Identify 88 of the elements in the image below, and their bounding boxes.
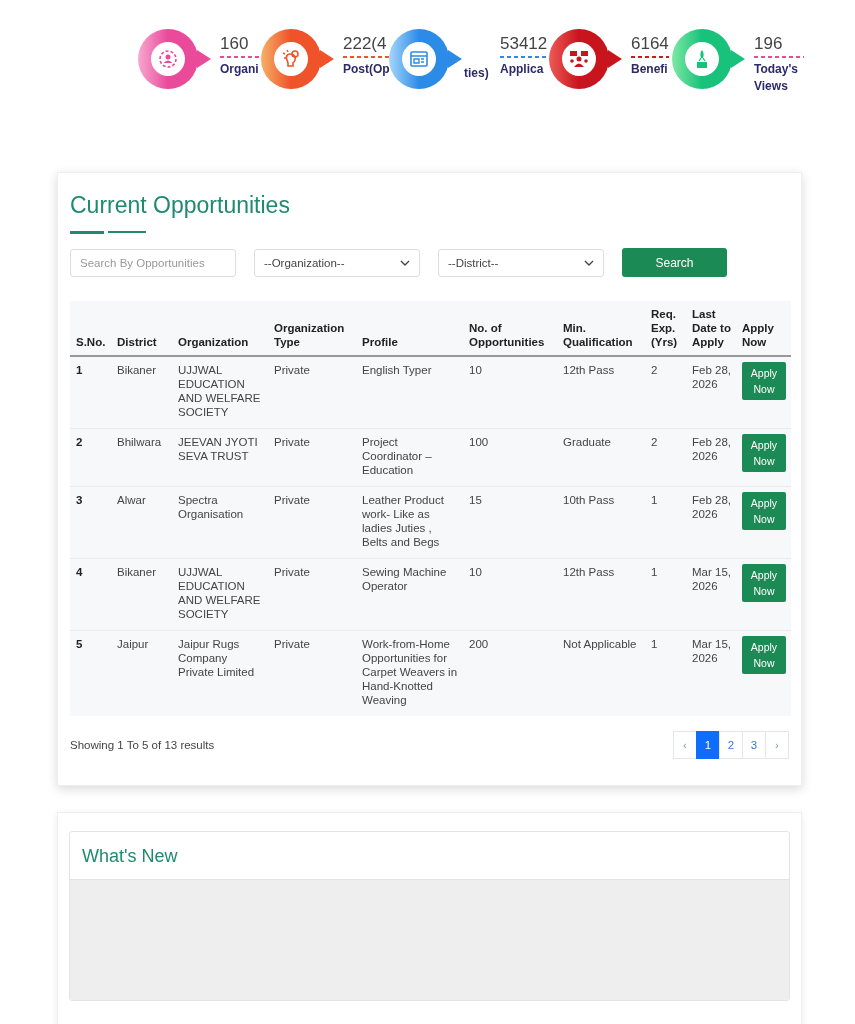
column-header: Req. Exp. (Yrs) <box>645 301 686 356</box>
column-header: Organization <box>172 301 268 356</box>
table-cell: Bikaner <box>111 356 172 429</box>
table-cell: Project Coordinator – Education <box>356 428 463 487</box>
table-cell: Bikaner <box>111 558 172 631</box>
table-cell: Jaipur Rugs Company Private Limited <box>172 630 268 716</box>
column-header: Min. Qualification <box>557 301 645 356</box>
table-cell: 3 <box>70 486 111 559</box>
stat-label: Post(Op <box>343 61 390 78</box>
table-cell: 1 <box>70 356 111 429</box>
stat-badge-icon <box>137 28 213 90</box>
table-cell: 1 <box>645 558 686 631</box>
table-cell: Sewing Machine Operator <box>356 558 463 631</box>
table-cell: 12th Pass <box>557 356 645 429</box>
next-page-button[interactable]: › <box>765 731 789 759</box>
stat-value: 53412 <box>500 34 548 55</box>
column-header: Organization Type <box>268 301 356 356</box>
column-header: No. of Opportunities <box>463 301 557 356</box>
page-button[interactable]: 3 <box>742 731 766 759</box>
table-cell: 10th Pass <box>557 486 645 559</box>
table-cell: 1 <box>645 630 686 716</box>
table-cell: Work-from-Home Opportunities for Carpet Weavers in Hand-Knotted Weaving <box>356 630 463 716</box>
search-field[interactable]: Search By Opportunities <box>70 248 236 277</box>
stat-value: 160 <box>220 34 250 55</box>
table-cell: JEEVAN JYOTI SEVA TRUST <box>172 428 268 487</box>
chevron-down-icon <box>400 259 410 266</box>
table-cell: 100 <box>463 428 557 487</box>
table-cell: Private <box>268 486 356 559</box>
apply-button[interactable]: Apply Now <box>742 434 786 472</box>
table-cell: Not Applicable <box>557 630 645 716</box>
table-cell: Leather Product work- Like as ladies Juties , Belts and Begs <box>356 486 463 559</box>
stat-label: Benefi <box>631 61 669 78</box>
table-cell: Bhilwara <box>111 428 172 487</box>
table-cell: Private <box>268 558 356 631</box>
column-header: S.No. <box>70 301 111 356</box>
table-cell: English Typer <box>356 356 463 429</box>
stat-value: 6164 <box>631 34 669 55</box>
column-header: District <box>111 301 172 356</box>
stat-badge-icon <box>671 28 747 90</box>
stat-label: Organi <box>220 61 259 78</box>
select-field[interactable]: --Organization-- <box>254 248 420 277</box>
table-cell: 4 <box>70 558 111 631</box>
results-summary: Showing 1 To 5 of 13 results <box>70 739 215 751</box>
chevron-down-icon <box>584 259 594 266</box>
stat-value: 222(4 <box>343 34 388 55</box>
table-cell: 200 <box>463 630 557 716</box>
stat-value: 196 <box>754 34 784 55</box>
table-cell: Graduate <box>557 428 645 487</box>
table-cell: Feb 28, 2026 <box>686 428 736 487</box>
page-button[interactable]: 2 <box>719 731 743 759</box>
previous-page-button[interactable]: ‹ <box>673 731 697 759</box>
page-button[interactable]: 1 <box>696 731 720 759</box>
table-cell: Private <box>268 428 356 487</box>
table-cell: Mar 15, 2026 <box>686 558 736 631</box>
section-title: Current Opportunities <box>70 191 291 219</box>
stat-label: ties) <box>464 65 489 82</box>
stat-label: Applica <box>500 61 545 78</box>
stat-badge-icon <box>548 28 624 90</box>
table-cell: Mar 15, 2026 <box>686 630 736 716</box>
column-header: Apply Now <box>736 301 791 356</box>
table-cell: Jaipur <box>111 630 172 716</box>
table-cell: Spectra Organisation <box>172 486 268 559</box>
table-cell: Feb 28, 2026 <box>686 486 736 559</box>
stat-badge-icon <box>260 28 336 90</box>
table-cell: UJJWAL EDUCATION AND WELFARE SOCIETY <box>172 356 268 429</box>
table-cell: 10 <box>463 558 557 631</box>
select-field[interactable]: --District-- <box>438 248 604 277</box>
table-cell: Private <box>268 630 356 716</box>
table-cell: Alwar <box>111 486 172 559</box>
column-header: Last Date to Apply <box>686 301 736 356</box>
table-cell: Private <box>268 356 356 429</box>
apply-button[interactable]: Apply Now <box>742 564 786 602</box>
column-header: Profile <box>356 301 463 356</box>
table-cell: 10 <box>463 356 557 429</box>
apply-button[interactable]: Apply Now <box>742 492 786 530</box>
table-cell: 5 <box>70 630 111 716</box>
stat-label: Today's Views <box>754 61 799 95</box>
apply-button[interactable]: Apply Now <box>742 636 786 674</box>
table-cell: 2 <box>645 356 686 429</box>
table-cell: UJJWAL EDUCATION AND WELFARE SOCIETY <box>172 558 268 631</box>
table-cell: 12th Pass <box>557 558 645 631</box>
table-cell: 1 <box>645 486 686 559</box>
table-cell: Feb 28, 2026 <box>686 356 736 429</box>
table-cell: 2 <box>70 428 111 487</box>
table-cell: 2 <box>645 428 686 487</box>
apply-button[interactable]: Apply Now <box>742 362 786 400</box>
search-button[interactable]: Search <box>622 248 727 277</box>
table-cell: 15 <box>463 486 557 559</box>
